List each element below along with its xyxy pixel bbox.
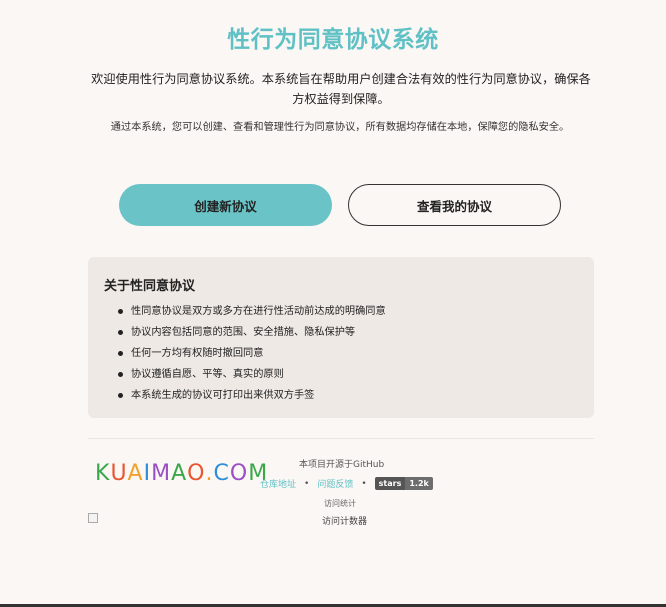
issue-link[interactable]: 问题反馈 bbox=[317, 477, 353, 490]
site-logo[interactable]: KUAIMAO.COM bbox=[95, 460, 268, 488]
repo-link[interactable]: 仓库地址 bbox=[260, 477, 296, 490]
about-title: 关于性同意协议 bbox=[104, 279, 196, 294]
link-separator: • bbox=[304, 478, 310, 489]
page: 性行为同意协议系统 欢迎使用性行为同意协议系统。本系统旨在帮助用户创建合法有效的… bbox=[0, 0, 666, 607]
logo-letter: I bbox=[143, 461, 152, 486]
privacy-note: 通过本系统，您可以创建、查看和管理性行为同意协议，所有数据均存储在本地，保障您的… bbox=[110, 122, 570, 133]
view-agreements-button[interactable]: 查看我的协议 bbox=[348, 184, 561, 226]
logo-letter: A bbox=[171, 461, 188, 486]
visit-counter: 访问计数器 bbox=[322, 517, 368, 527]
logo-letter: K bbox=[95, 461, 111, 486]
logo-letter: . bbox=[205, 461, 214, 486]
logo-letter: O bbox=[187, 461, 206, 486]
stars-badge[interactable]: stars 1.2k bbox=[374, 477, 433, 490]
page-title: 性行为同意协议系统 bbox=[227, 27, 439, 53]
footer-divider bbox=[88, 438, 594, 439]
logo-letter: C bbox=[213, 461, 230, 486]
badge-label: stars bbox=[374, 477, 406, 490]
list-item: 任何一方均有权随时撤回同意 bbox=[118, 343, 594, 364]
visit-stats-label: 访问统计 bbox=[324, 499, 356, 508]
footer-links: 仓库地址 • 问题反馈 • stars 1.2k bbox=[260, 477, 433, 490]
intro-text: 欢迎使用性行为同意协议系统。本系统旨在帮助用户创建合法有效的性行为同意协议，确保… bbox=[91, 72, 591, 106]
list-item: 本系统生成的协议可打印出来供双方手签 bbox=[118, 385, 594, 406]
opensource-note: 本项目开源于GitHub bbox=[299, 460, 385, 470]
list-item: 性同意协议是双方或多方在进行性活动前达成的明确同意 bbox=[118, 301, 594, 322]
logo-letter: U bbox=[110, 461, 128, 486]
logo-letter: M bbox=[151, 461, 172, 486]
about-list: 性同意协议是双方或多方在进行性活动前达成的明确同意 协议内容包括同意的范围、安全… bbox=[104, 301, 594, 406]
create-agreement-button[interactable]: 创建新协议 bbox=[119, 184, 332, 226]
list-item: 协议内容包括同意的范围、安全措施、隐私保护等 bbox=[118, 322, 594, 343]
badge-value: 1.2k bbox=[405, 477, 433, 490]
logo-letter: O bbox=[229, 461, 249, 486]
list-item: 协议遵循自愿、平等、真实的原则 bbox=[118, 364, 594, 385]
about-section: 关于性同意协议 性同意协议是双方或多方在进行性活动前达成的明确同意 协议内容包括… bbox=[88, 257, 594, 418]
logo-letter: A bbox=[127, 461, 144, 486]
link-separator: • bbox=[361, 478, 367, 489]
broken-image-icon bbox=[88, 513, 98, 523]
